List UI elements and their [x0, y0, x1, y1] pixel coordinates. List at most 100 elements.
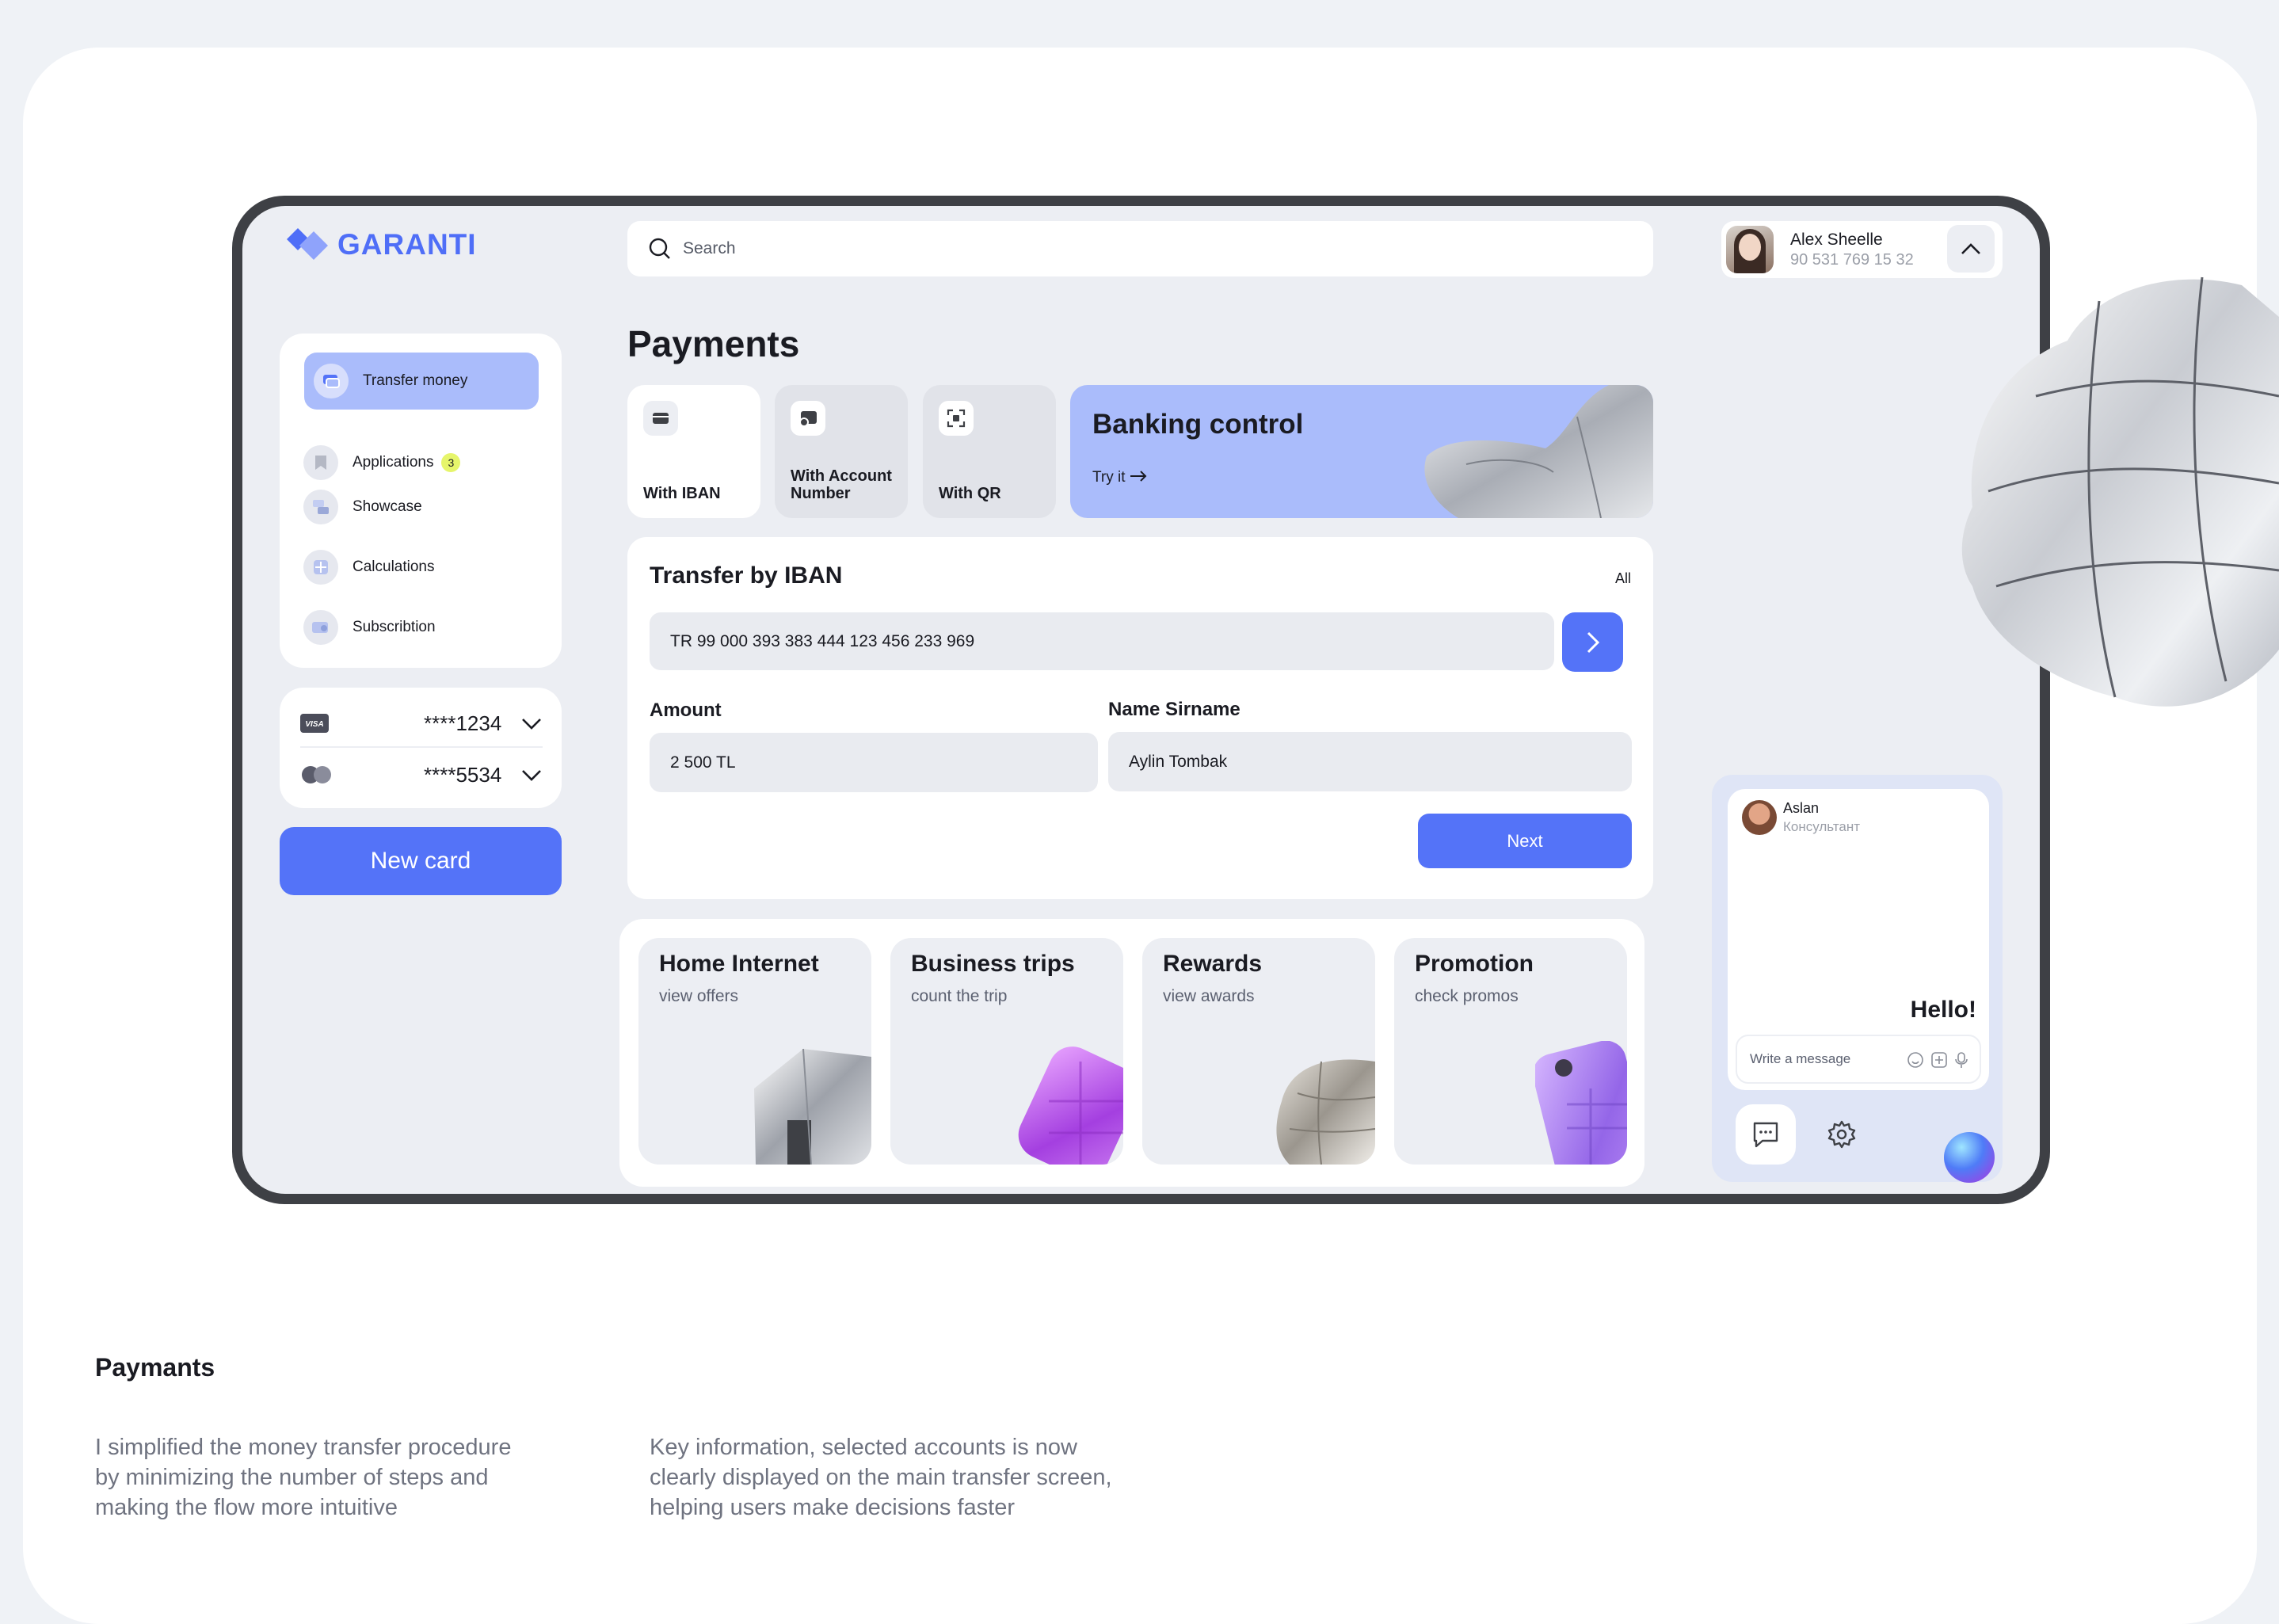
chat-widget: Aslan Консультант Hello! Write a message: [1712, 775, 2003, 1183]
mastercard-icon: [302, 766, 331, 783]
method-with-account-number[interactable]: With Account Number: [775, 385, 908, 518]
silver-cushion-illustration: [1276, 1059, 1375, 1165]
transfer-icon: [314, 364, 349, 398]
microphone-icon[interactable]: [1954, 1051, 1968, 1069]
offer-card-business-trips[interactable]: Business trips count the trip: [890, 938, 1123, 1165]
subscription-icon: [303, 610, 338, 645]
offer-title: Home Internet: [659, 951, 819, 977]
sidebar-item-showcase[interactable]: Showcase: [303, 490, 422, 524]
showcase-icon: [303, 490, 338, 524]
chat-panel: Aslan Консультант Hello! Write a message: [1728, 789, 1989, 1090]
offer-card-rewards[interactable]: Rewards view awards: [1142, 938, 1375, 1165]
method-label: With Account Number: [791, 467, 892, 502]
settings-button[interactable]: [1812, 1104, 1872, 1165]
saved-cards: VISA ****1234 ****5534: [280, 688, 562, 808]
banner-title: Banking control: [1092, 409, 1304, 440]
side-menu: Transfer money Applications 3 Showcase C…: [280, 334, 562, 668]
sidebar-item-label: Showcase: [353, 498, 422, 515]
all-link[interactable]: All: [1615, 570, 1631, 587]
silver-house-illustration: [754, 1048, 871, 1165]
profile-name: Alex Sheelle: [1790, 231, 1883, 249]
search-input[interactable]: Search: [683, 239, 736, 258]
offer-title: Business trips: [911, 951, 1075, 977]
transfer-by-iban-form: Transfer by IBAN All TR 99 000 393 383 4…: [627, 537, 1653, 899]
offer-card-promotion[interactable]: Promotion check promos: [1394, 938, 1627, 1165]
chat-bubble-icon: [1753, 1122, 1778, 1148]
garanti-diamond-logo: [287, 228, 328, 260]
visa-card-icon: VISA: [300, 714, 329, 733]
banner-action-label: Try it: [1092, 469, 1126, 486]
qr-scan-icon: [939, 401, 974, 436]
purple-phone-illustration: [1535, 1041, 1627, 1165]
sidebar-item-label: Subscribtion: [353, 619, 436, 635]
applications-count-badge: 3: [441, 453, 461, 472]
name-surname-input[interactable]: Aylin Tombak: [1108, 732, 1632, 791]
new-card-button[interactable]: New card: [280, 827, 562, 895]
offer-title: Promotion: [1415, 951, 1534, 977]
consultant-avatar: [1742, 800, 1777, 835]
sidebar-item-subscription[interactable]: Subscribtion: [303, 610, 436, 645]
method-label: With QR: [939, 485, 1001, 502]
brand-name: GARANTI: [337, 228, 477, 261]
offer-subtitle: view offers: [659, 987, 738, 1005]
chevron-up-icon: [1961, 243, 1980, 254]
amount-label: Amount: [650, 700, 722, 721]
page-title: Payments: [627, 323, 800, 364]
chat-tab-button[interactable]: [1736, 1104, 1796, 1165]
offers-panel: Home Internet view offers Business trips…: [619, 919, 1644, 1187]
search-icon: [649, 238, 670, 259]
message-input[interactable]: Write a message: [1736, 1035, 1981, 1084]
iban-input[interactable]: TR 99 000 393 383 444 123 456 233 969: [650, 612, 1554, 670]
sidebar-item-label: Transfer money: [363, 372, 468, 389]
svg-text:VISA: VISA: [305, 720, 323, 729]
chat-greeting-message: Hello!: [1910, 997, 1976, 1023]
card-item-visa[interactable]: VISA ****1234: [300, 700, 543, 748]
avatar: [1726, 226, 1774, 273]
gear-icon: [1827, 1120, 1856, 1149]
caption-title: Paymants: [95, 1353, 215, 1382]
profile-collapse-button[interactable]: [1947, 225, 1995, 273]
sidebar-item-label: Applications: [353, 454, 434, 471]
iban-submit-button[interactable]: [1562, 612, 1623, 672]
name-surname-label: Name Sirname: [1108, 699, 1240, 720]
silver-balloon-decoration: [1961, 276, 2279, 707]
banner-try-it-link[interactable]: Try it: [1092, 469, 1147, 486]
consultant-role: Консультант: [1783, 819, 1861, 834]
method-with-iban[interactable]: With IBAN: [627, 385, 760, 518]
arrow-right-icon: [1130, 471, 1147, 482]
chevron-down-icon[interactable]: [520, 768, 543, 782]
caption-text-2: Key information, selected accounts is no…: [650, 1435, 1112, 1520]
method-label: With IBAN: [643, 485, 721, 502]
offer-subtitle: check promos: [1415, 987, 1519, 1005]
attach-plus-icon[interactable]: [1930, 1051, 1948, 1069]
brand-logo[interactable]: GARANTI: [284, 227, 477, 263]
next-button[interactable]: Next: [1418, 814, 1632, 868]
card-number: ****5534: [424, 762, 502, 787]
sidebar-item-calculations[interactable]: Calculations: [303, 550, 435, 585]
form-title: Transfer by IBAN: [650, 562, 843, 589]
sidebar-item-applications[interactable]: Applications 3: [303, 445, 461, 480]
calculator-icon: [303, 550, 338, 585]
search-bar[interactable]: Search: [627, 221, 1653, 276]
card-icon: [643, 401, 678, 436]
amount-input[interactable]: 2 500 TL: [650, 733, 1098, 792]
sidebar-item-transfer-money[interactable]: Transfer money: [304, 353, 539, 410]
banking-control-banner[interactable]: Banking control Try it: [1070, 385, 1653, 518]
purple-suitcase-illustration: [1018, 1046, 1123, 1165]
account-icon: [791, 401, 825, 436]
method-with-qr[interactable]: With QR: [923, 385, 1056, 518]
silver-balloon-illustration: [1424, 385, 1653, 518]
offer-card-home-internet[interactable]: Home Internet view offers: [638, 938, 871, 1165]
offer-subtitle: count the trip: [911, 987, 1008, 1005]
chevron-down-icon[interactable]: [520, 716, 543, 730]
consultant-name: Aslan: [1783, 800, 1820, 816]
profile-phone: 90 531 769 15 32: [1790, 251, 1914, 269]
card-number: ****1234: [424, 711, 502, 735]
assistant-orb-button[interactable]: [1944, 1132, 1995, 1183]
offer-subtitle: view awards: [1163, 987, 1255, 1005]
card-item-mastercard[interactable]: ****5534: [300, 751, 543, 799]
chevron-right-icon: [1587, 631, 1599, 653]
caption-text-1: I simplified the money transfer procedur…: [95, 1435, 512, 1520]
emoji-icon[interactable]: [1907, 1051, 1924, 1069]
bookmark-icon: [303, 445, 338, 480]
